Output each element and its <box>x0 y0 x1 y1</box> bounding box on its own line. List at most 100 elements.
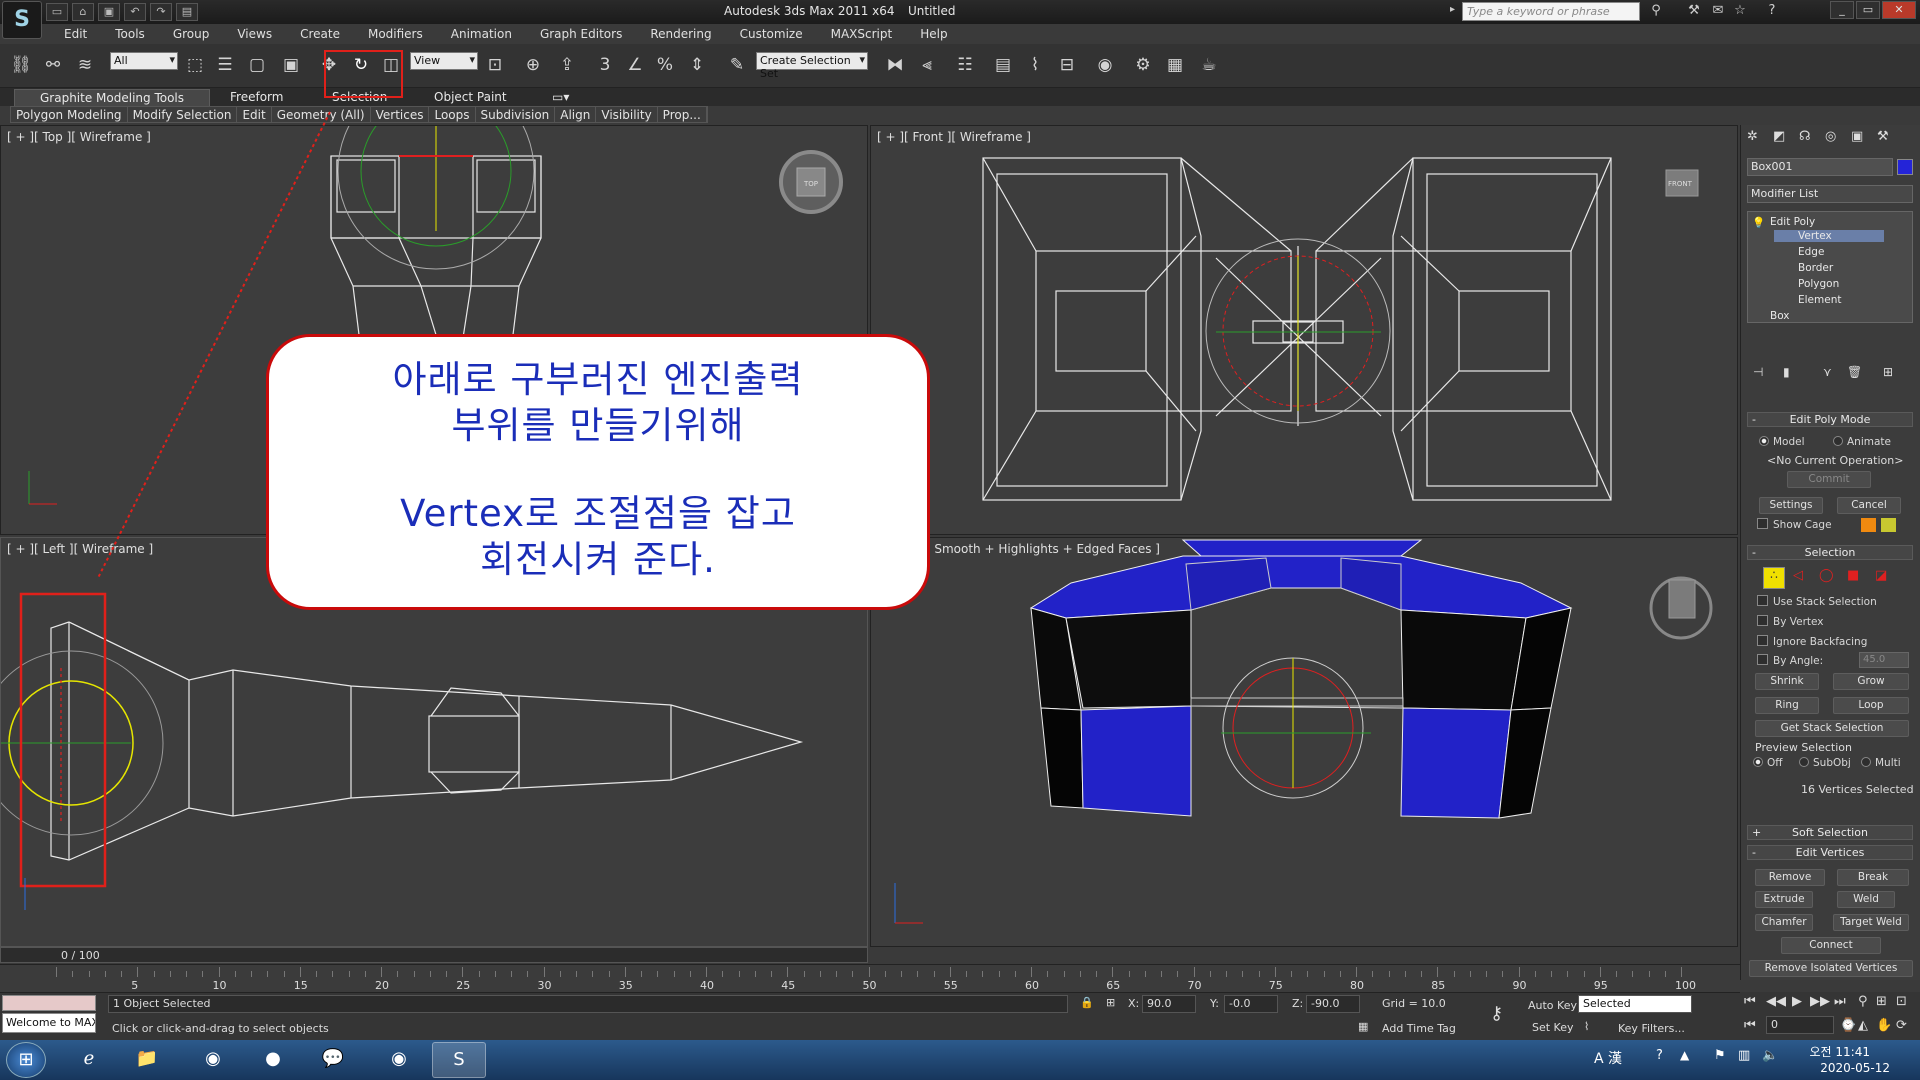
loop-button[interactable]: Loop <box>1833 697 1909 714</box>
edit-named-selection-icon[interactable]: ✎ <box>724 52 750 78</box>
ring-button[interactable]: Ring <box>1755 697 1819 714</box>
weld-button[interactable]: Weld <box>1837 891 1895 908</box>
time-tag-icon[interactable]: ▦ <box>1358 1020 1368 1033</box>
viewport-front[interactable]: [ + ][ Front ][ Wireframe ] FRONT <box>870 125 1738 535</box>
chamfer-button[interactable]: Chamfer <box>1755 914 1813 931</box>
preview-off-radio[interactable]: Off <box>1753 757 1783 769</box>
absolute-mode-icon[interactable]: ⊞ <box>1106 996 1115 1009</box>
panel-subdivision[interactable]: Subdivision <box>476 107 556 122</box>
maxscript-mini-listener[interactable]: Welcome to MAXScript <box>2 1013 96 1033</box>
show-cage-checkbox[interactable]: Show Cage <box>1757 518 1832 531</box>
communication-center-icon[interactable]: ✉ <box>1708 3 1728 21</box>
tray-help-icon[interactable]: ? <box>1656 1048 1663 1063</box>
key-filters-button[interactable]: Key Filters... <box>1618 1022 1685 1035</box>
cage-selected-color-swatch[interactable] <box>1881 518 1896 532</box>
ribbon-options-icon[interactable]: ▭▾ <box>542 89 579 106</box>
use-stack-selection-checkbox[interactable]: Use Stack Selection <box>1757 595 1877 608</box>
rollout-edit-vertices[interactable]: - Edit Vertices <box>1747 845 1913 860</box>
light-bulb-icon[interactable]: 💡 <box>1752 216 1765 229</box>
volume-icon[interactable]: 🔈 <box>1762 1048 1778 1063</box>
named-selection-dropdown[interactable]: Create Selection Set <box>756 52 868 80</box>
clock-date[interactable]: 2020-05-12 <box>1820 1061 1890 1075</box>
orbit-icon[interactable]: ⟳ <box>1896 1018 1907 1033</box>
maxscript-listener-top[interactable] <box>2 995 96 1011</box>
network-icon[interactable]: ▥ <box>1738 1048 1750 1063</box>
reference-coordinate-dropdown[interactable]: View <box>410 52 478 70</box>
object-name-field[interactable]: Box001 <box>1747 158 1893 176</box>
viewcube-top-label[interactable]: TOP <box>803 180 818 188</box>
target-weld-button[interactable]: Target Weld <box>1833 914 1909 931</box>
z-coordinate-field[interactable]: -90.0 <box>1306 995 1360 1013</box>
motion-tab-icon[interactable]: ◎ <box>1825 129 1836 144</box>
snaps-toggle-icon[interactable]: 3 <box>592 52 618 78</box>
field-of-view-icon[interactable]: ◭ <box>1858 1018 1868 1033</box>
cancel-button[interactable]: Cancel <box>1837 497 1901 514</box>
key-filter-icon[interactable]: ⌇ <box>1584 1020 1589 1033</box>
tab-object-paint[interactable]: Object Paint <box>424 89 517 106</box>
set-key-button[interactable]: Set Key <box>1532 1021 1574 1034</box>
stack-polygon[interactable]: Polygon <box>1798 278 1839 290</box>
rollout-selection[interactable]: - Selection <box>1747 545 1913 560</box>
modifier-stack[interactable]: 💡 Edit Poly Vertex Edge Border Polygon E… <box>1747 211 1913 323</box>
clock-time[interactable]: 오전 11:41 <box>1810 1043 1870 1060</box>
grow-button[interactable]: Grow <box>1833 673 1909 690</box>
go-to-start-icon[interactable]: ⏮ <box>1744 994 1756 1009</box>
remove-modifier-icon[interactable]: 🗑 <box>1847 365 1862 379</box>
tray-expand-icon[interactable]: ▲ <box>1680 1048 1689 1062</box>
action-center-flag-icon[interactable]: ⚑ <box>1714 1048 1726 1063</box>
stack-box[interactable]: Box <box>1770 310 1790 322</box>
create-tab-icon[interactable]: ✲ <box>1747 129 1758 144</box>
menu-animation[interactable]: Animation <box>437 24 526 44</box>
stack-edge[interactable]: Edge <box>1798 246 1824 258</box>
modifier-list-dropdown[interactable]: Modifier List <box>1747 185 1913 203</box>
connect-button[interactable]: Connect <box>1781 937 1881 954</box>
rollout-soft-selection[interactable]: + Soft Selection <box>1747 825 1913 840</box>
time-configuration-icon[interactable]: ⌚ <box>1840 1018 1856 1033</box>
stack-vertex[interactable]: Vertex <box>1774 230 1884 242</box>
angle-value-field[interactable]: 45.0 <box>1859 652 1909 668</box>
keyboard-shortcut-override-icon[interactable]: ⇪ <box>554 52 580 78</box>
stack-border[interactable]: Border <box>1798 262 1833 274</box>
menu-customize[interactable]: Customize <box>726 24 817 44</box>
current-frame-field[interactable]: 0 <box>1766 1016 1834 1034</box>
animate-radio[interactable]: Animate <box>1833 436 1891 448</box>
preview-multi-radio[interactable]: Multi <box>1861 757 1901 769</box>
menu-maxscript[interactable]: MAXScript <box>817 24 907 44</box>
hierarchy-tab-icon[interactable]: ☊ <box>1799 129 1811 144</box>
settings-button[interactable]: Settings <box>1759 497 1823 514</box>
remove-isolated-vertices-button[interactable]: Remove Isolated Vertices <box>1749 960 1913 977</box>
pin-stack-icon[interactable]: ⊣ <box>1753 365 1763 379</box>
viewport-front-label[interactable]: [ + ][ Front ][ Wireframe ] <box>877 130 1031 144</box>
help-icon[interactable]: ? <box>1762 3 1782 21</box>
start-button[interactable]: ⊞ <box>6 1042 46 1078</box>
chrome-window-icon[interactable]: ◉ <box>372 1042 426 1078</box>
viewport-perspective[interactable]: spective ][ Smooth + Highlights + Edged … <box>870 537 1738 947</box>
material-editor-icon[interactable]: ◉ <box>1092 52 1118 78</box>
by-angle-checkbox[interactable]: By Angle: <box>1757 654 1823 667</box>
select-manipulate-icon[interactable]: ⊕ <box>520 52 546 78</box>
favorites-star-icon[interactable]: ☆ <box>1730 3 1750 21</box>
time-slider[interactable]: 0 / 100 <box>0 947 868 963</box>
chrome-icon[interactable]: ◉ <box>186 1042 240 1078</box>
rendered-frame-window-icon[interactable]: ▦ <box>1162 52 1188 78</box>
zoom-all-icon[interactable]: ⊞ <box>1876 994 1887 1009</box>
lock-selection-icon[interactable]: 🔒 <box>1080 996 1094 1009</box>
next-frame-icon[interactable]: ▶▶ <box>1810 994 1830 1009</box>
y-coordinate-field[interactable]: -0.0 <box>1224 995 1278 1013</box>
modify-tab-icon[interactable]: ◩ <box>1773 129 1785 144</box>
file-explorer-icon[interactable]: 📁 <box>120 1042 174 1078</box>
spinner-snap-icon[interactable]: ⇕ <box>684 52 710 78</box>
polygon-mode-icon[interactable]: ■ <box>1847 568 1859 583</box>
go-to-end-icon[interactable]: ⏭ <box>1834 994 1846 1009</box>
make-unique-icon[interactable]: ⋎ <box>1823 365 1832 379</box>
pivot-center-icon[interactable]: ⊡ <box>482 52 508 78</box>
menu-help[interactable]: Help <box>906 24 961 44</box>
play-icon[interactable]: ▶ <box>1792 994 1802 1009</box>
show-end-result-icon[interactable]: ▮ <box>1783 365 1790 379</box>
panel-loops[interactable]: Loops <box>429 107 476 122</box>
zoom-extents-icon[interactable]: ⊡ <box>1896 994 1907 1009</box>
maximize-button[interactable]: ▭ <box>1856 1 1880 19</box>
kakaotalk-icon[interactable]: 💬 <box>306 1042 360 1078</box>
utilities-tab-icon[interactable]: ⚒ <box>1877 129 1889 144</box>
menu-graph-editors[interactable]: Graph Editors <box>526 24 636 44</box>
